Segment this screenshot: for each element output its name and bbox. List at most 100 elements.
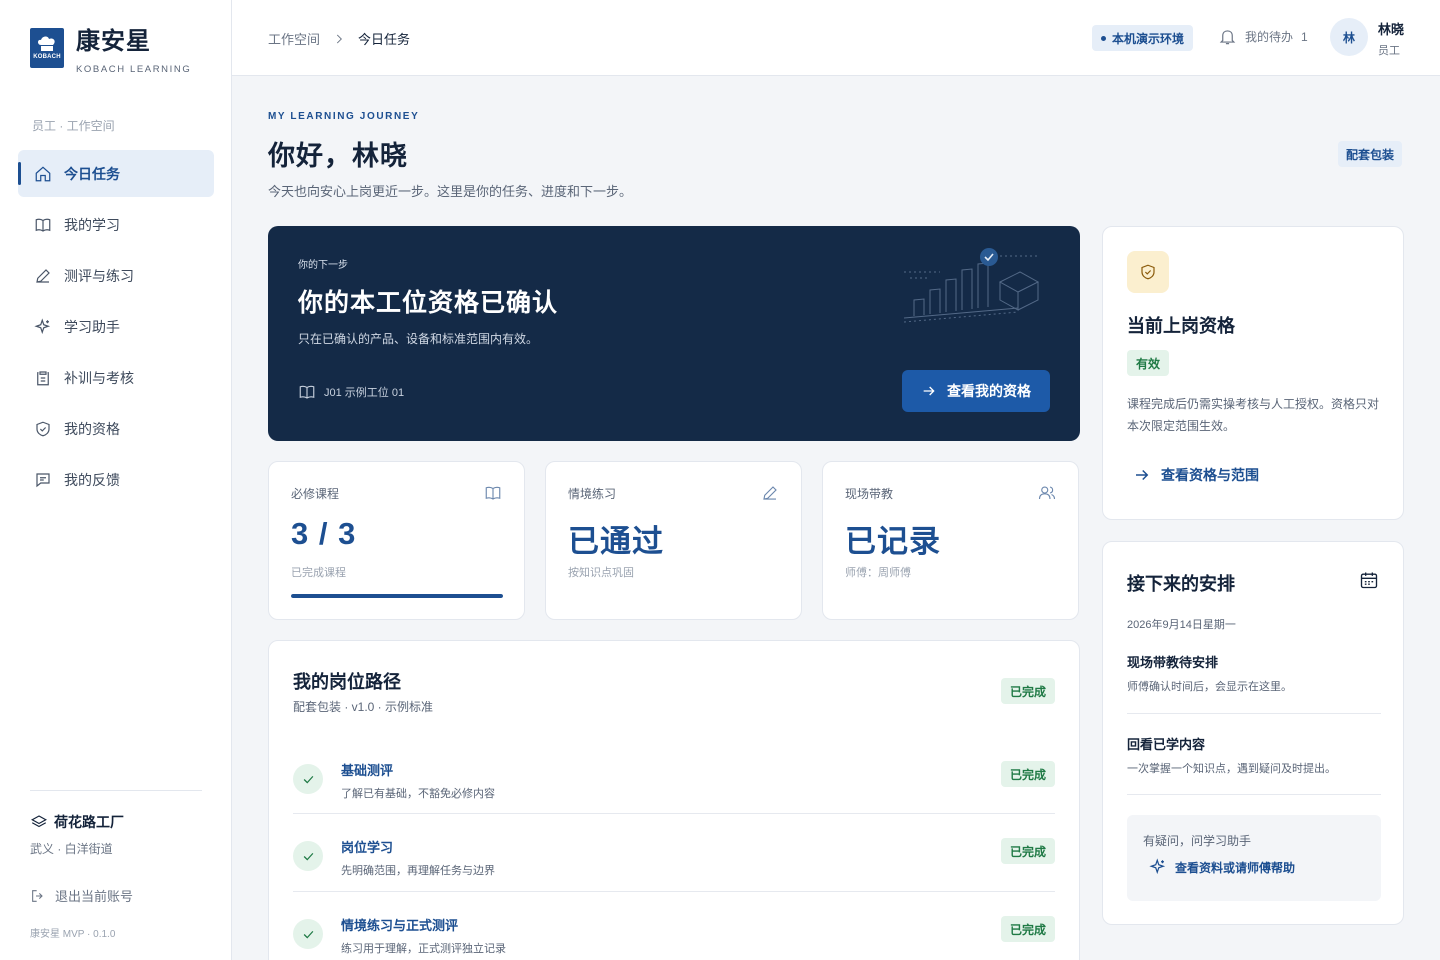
stat-value: 已记录 (845, 524, 941, 559)
step-title[interactable]: 情境练习与正式测评 (341, 915, 458, 934)
status-badge: 已完成 (1001, 761, 1055, 787)
sidebar-item-label: 补训与考核 (64, 369, 134, 386)
todo-button[interactable]: 我的待办 1 (1218, 27, 1308, 46)
view-qualification-button[interactable]: 查看我的资格 (902, 370, 1050, 412)
assistant-help-box: 有疑问，问学习助手 查看资料或请师傅帮助 (1127, 815, 1381, 901)
help-question: 有疑问，问学习助手 (1143, 834, 1252, 848)
sidebar-item-assistant[interactable]: 学习助手 (18, 303, 214, 350)
arrow-right-icon (1136, 469, 1149, 481)
pencil-icon (36, 268, 50, 283)
check-icon (303, 852, 313, 861)
path-step[interactable]: 情境练习与正式测评 练习用于理解，正式测评独立记录 已完成 (293, 901, 1055, 960)
todo-label: 我的待办 (1245, 30, 1294, 44)
hero-title: 你的本工位资格已确认 (298, 289, 559, 317)
hero-station: J01 示例工位 01 (298, 383, 404, 401)
view-scope-link[interactable]: 查看资格与范围 (1133, 465, 1259, 485)
brand[interactable]: KOBACH 康安星 KOBACH LEARNING (30, 28, 191, 75)
todo-count: 1 (1301, 29, 1308, 44)
stat-card-mentoring[interactable]: 现场带教 已记录 师傅：周师傅 (822, 461, 1079, 620)
step-title[interactable]: 岗位学习 (341, 837, 393, 856)
divider (1127, 713, 1381, 714)
sidebar-item-today-tasks[interactable]: 今日任务 (18, 150, 214, 197)
step-title[interactable]: 基础测评 (341, 760, 393, 779)
user-role: 员工 (1378, 45, 1400, 57)
factory-location: 武义 · 白洋街道 (30, 842, 113, 856)
sidebar-item-retraining[interactable]: 补训与考核 (18, 354, 214, 401)
schedule-item-desc: 师傅确认时间后，会显示在这里。 (1127, 681, 1292, 693)
step-desc: 了解已有基础，不豁免必修内容 (341, 788, 495, 800)
page-title: 你好，林晓 (268, 141, 408, 171)
home-icon (35, 165, 51, 181)
factory-info[interactable]: 荷花路工厂 武义 · 白洋街道 (30, 812, 124, 857)
logout-icon (32, 889, 43, 902)
book-icon (35, 218, 51, 232)
environment-label: 本机演示环境 (1112, 31, 1185, 46)
message-icon (36, 472, 50, 487)
environment-badge: 本机演示环境 (1092, 25, 1194, 51)
next-step-hero: 你的下一步 你的本工位资格已确认 只在已确认的产品、设备和标准范围内有效。 J0… (268, 226, 1080, 441)
book-icon (299, 385, 315, 399)
sidebar-item-label: 学习助手 (64, 318, 120, 335)
ask-assistant-link[interactable]: 查看资料或请师傅帮助 (1149, 858, 1295, 876)
sidebar: KOBACH 康安星 KOBACH LEARNING 员工 · 工作空间 今日任… (0, 0, 232, 960)
shield-check-icon (1141, 264, 1155, 280)
breadcrumb: 工作空间 今日任务 (268, 29, 410, 48)
sidebar-item-feedback[interactable]: 我的反馈 (18, 456, 214, 503)
chevron-right-icon (336, 34, 343, 43)
sidebar-item-label: 测评与练习 (64, 267, 134, 284)
growth-chart-illustration (903, 248, 1040, 323)
sidebar-item-assessment[interactable]: 测评与练习 (18, 252, 214, 299)
qualification-title: 当前上岗资格 (1127, 316, 1235, 336)
sidebar-item-label: 今日任务 (64, 165, 120, 182)
stat-label: 情境练习 (568, 487, 617, 501)
avatar[interactable]: 林 (1330, 18, 1368, 56)
progress-bar-fill (291, 594, 503, 598)
hero-eyebrow: 你的下一步 (298, 260, 348, 271)
station-label: J01 示例工位 01 (324, 387, 405, 399)
status-dot (1101, 35, 1106, 41)
page-subtitle: 今天也向安心上岗更近一步。这里是你的任务、进度和下一步。 (268, 184, 633, 199)
step-desc: 先明确范围，再理解任务与边界 (341, 865, 495, 877)
status-badge: 已完成 (1001, 678, 1056, 704)
stat-note: 已完成课程 (291, 567, 346, 579)
path-subtitle: 配套包装 · v1.0 · 示例标准 (293, 700, 434, 714)
breadcrumb-current: 今日任务 (358, 32, 411, 47)
path-title: 我的岗位路径 (293, 672, 401, 692)
schedule-title: 接下来的安排 (1127, 574, 1235, 594)
bell-icon (1219, 30, 1236, 45)
sidebar-item-qualification[interactable]: 我的资格 (18, 405, 214, 452)
calendar-icon (1360, 572, 1378, 589)
stat-label: 必修课程 (291, 487, 340, 501)
stat-value: 3 / 3 (291, 516, 357, 551)
sidebar-item-label: 我的学习 (64, 216, 120, 233)
check-icon (303, 930, 313, 939)
chef-hat-icon (38, 36, 55, 51)
top-header: 工作空间 今日任务 本机演示环境 我的待办 1 林 林晓 员工 (232, 0, 1440, 76)
pencil-icon (763, 486, 777, 500)
status-badge: 已完成 (1001, 838, 1055, 864)
status-badge: 有效 (1127, 350, 1170, 376)
role-label: 员工 · 工作空间 (32, 119, 115, 133)
hero-button-label: 查看我的资格 (947, 383, 1031, 399)
step-desc: 练习用于理解，正式测评独立记录 (341, 943, 506, 955)
sidebar-item-my-learning[interactable]: 我的学习 (18, 201, 214, 248)
logout-label: 退出当前账号 (55, 889, 134, 904)
shield-check-icon (36, 421, 50, 436)
hero-subtitle: 只在已确认的产品、设备和标准范围内有效。 (298, 332, 539, 346)
logout-button[interactable]: 退出当前账号 (30, 886, 133, 905)
sidebar-divider (30, 790, 202, 791)
path-step[interactable]: 岗位学习 先明确范围，再理解任务与边界 已完成 (293, 823, 1055, 901)
stat-note: 师傅：周师傅 (845, 567, 911, 579)
breadcrumb-workspace[interactable]: 工作空间 (268, 29, 320, 48)
users-icon (1038, 486, 1056, 500)
stat-card-courses[interactable]: 必修课程 3 / 3 已完成课程 (268, 461, 525, 620)
stat-card-practice[interactable]: 情境练习 已通过 按知识点巩固 (545, 461, 802, 620)
brand-logo: KOBACH (30, 28, 64, 68)
view-scope-label: 查看资格与范围 (1161, 467, 1259, 483)
stat-note: 按知识点巩固 (568, 567, 634, 579)
schedule-item-desc: 一次掌握一个知识点，遇到疑问及时提出。 (1127, 763, 1336, 775)
factory-name: 荷花路工厂 (54, 814, 124, 830)
ask-assistant-label: 查看资料或请师傅帮助 (1175, 860, 1296, 875)
logo-text: KOBACH (33, 54, 61, 60)
divider (1127, 794, 1381, 795)
